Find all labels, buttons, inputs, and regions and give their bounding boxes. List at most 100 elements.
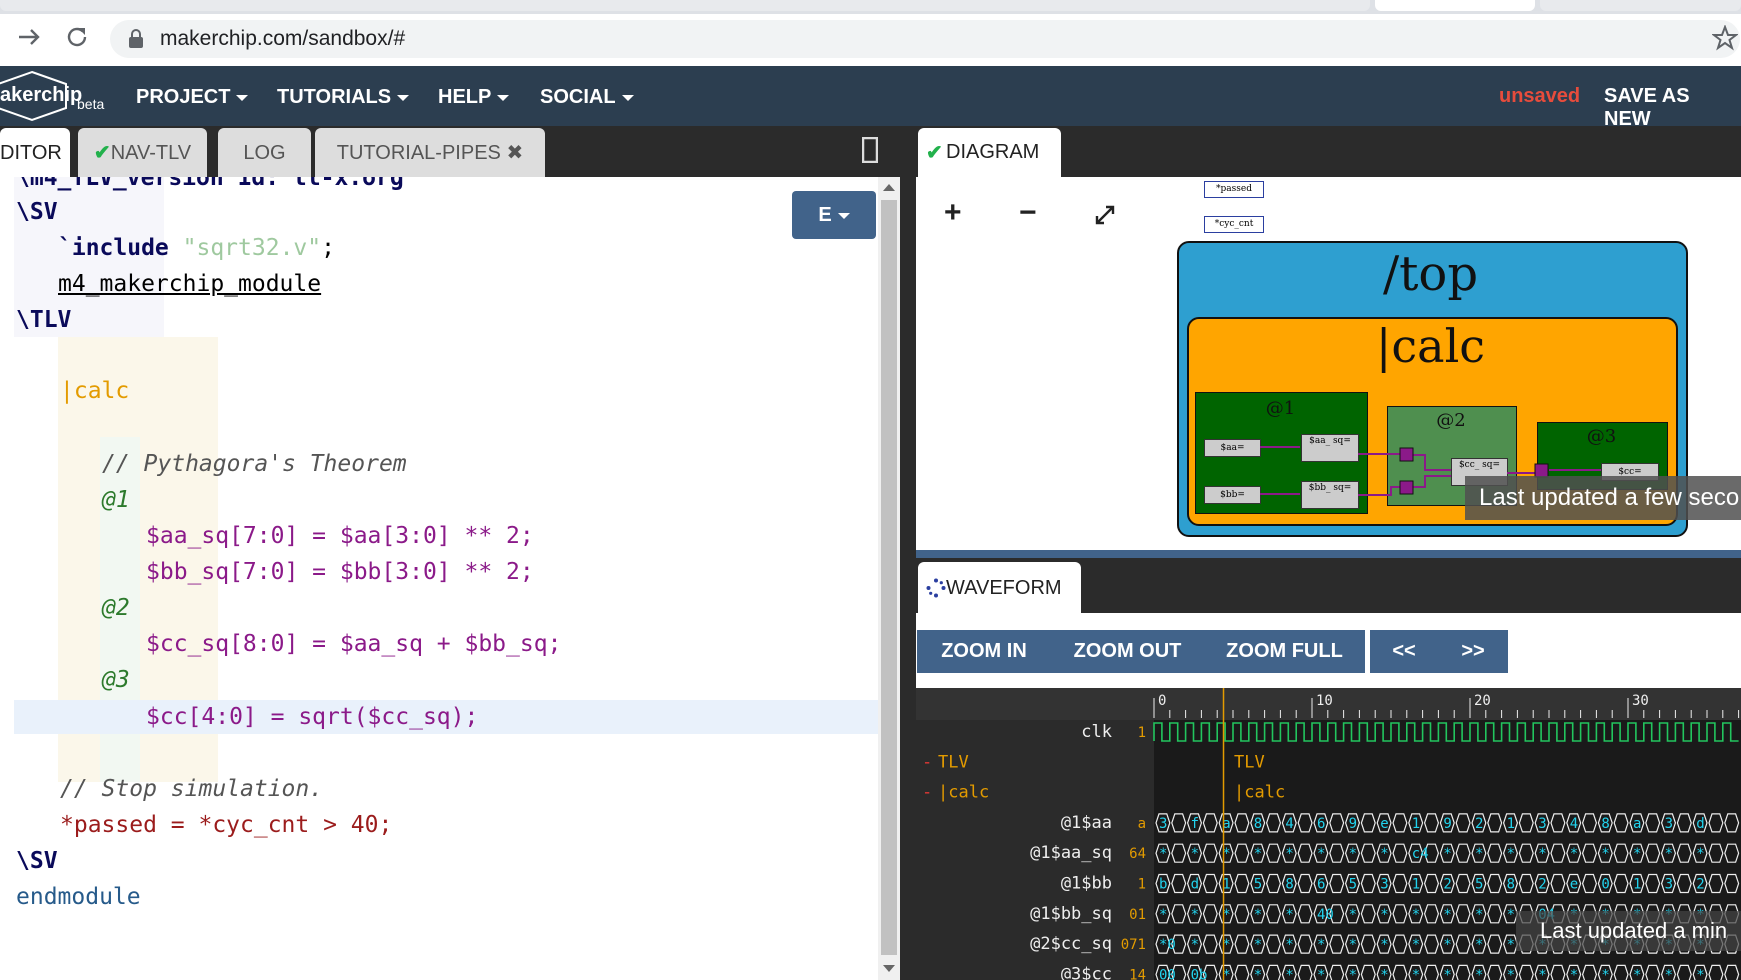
tab-waveform[interactable]: WAVEFORM (918, 562, 1081, 613)
menu-label: HELP (438, 86, 492, 108)
scroll-down-icon[interactable] (883, 965, 895, 972)
bus-value: * (1570, 967, 1578, 980)
close-icon[interactable]: ✖ (506, 142, 523, 164)
zoom-out-wave-button[interactable]: ZOOM OUT (1051, 630, 1204, 673)
tab-diagram[interactable]: ✔ DIAGRAM (918, 128, 1061, 177)
expand-icon[interactable] (1094, 204, 1116, 231)
bus-segment (1613, 964, 1629, 980)
bus-value: 2 (1475, 816, 1483, 832)
browser-tab[interactable] (1540, 0, 1741, 11)
url-text[interactable]: makerchip.com/sandbox/# (160, 25, 405, 53)
bus-value: * (1285, 907, 1293, 923)
bus-segment (1392, 934, 1408, 954)
code-line: $cc_sq[8:0] = $aa_sq + $bb_sq; (146, 631, 562, 657)
zoom-in-button[interactable]: + (944, 196, 962, 230)
bus-value: 4 (1570, 816, 1578, 832)
code-token: `include (58, 235, 169, 261)
bus-value: * (1349, 907, 1357, 923)
editor-mode-button[interactable]: E (792, 191, 876, 239)
bus-value: 1 (1412, 816, 1420, 832)
bus-segment (1265, 843, 1282, 863)
bus-value: * (1349, 937, 1357, 953)
bus-value: 00 (1159, 967, 1176, 980)
scroll-up-icon[interactable] (883, 184, 895, 191)
tab-editor[interactable]: DITOR (0, 128, 70, 177)
code-editor[interactable]: \m4_TLV_version 1d: tl-x.org \SV `includ… (0, 177, 878, 980)
signal-value: 64 (1129, 846, 1146, 862)
menu-social[interactable]: SOCIAL (540, 85, 634, 109)
bus-segment (1265, 873, 1282, 894)
caret-down-icon (837, 212, 850, 219)
bus-segment (1202, 873, 1218, 894)
bus-value: 40 (1317, 907, 1334, 923)
bus-segment (1392, 904, 1408, 924)
logo-text[interactable]: akerchip (0, 84, 82, 107)
bus-segment (1708, 813, 1724, 833)
scroll-thumb[interactable] (881, 200, 897, 955)
tab-log[interactable]: LOG (218, 128, 311, 177)
bus-value: * (1254, 846, 1262, 862)
tab-nav-tlv[interactable]: ✔NAV-TLV (78, 128, 207, 177)
tab-tutorial-pipes[interactable]: TUTORIAL-PIPES ✖ (315, 128, 545, 177)
passed-node[interactable]: *passed (1204, 181, 1264, 198)
save-as-new-button[interactable]: SAVE AS NEW (1604, 85, 1741, 131)
bus-value: * (1380, 907, 1388, 923)
bus-value: 9 (1443, 816, 1451, 832)
bus-segment (1676, 964, 1692, 980)
zoom-full-button[interactable]: ZOOM FULL (1204, 630, 1365, 673)
panel-resize-bar[interactable] (916, 550, 1741, 558)
bus-value: 6 (1317, 877, 1325, 893)
bus-value: e (1570, 877, 1578, 893)
bus-value: * (1538, 846, 1546, 862)
signal-value: 071 (1121, 937, 1146, 953)
forward-icon[interactable] (16, 24, 42, 57)
signal-value: 01 (1129, 907, 1146, 923)
bus-segment (1455, 813, 1471, 833)
bus-segment (1724, 873, 1740, 894)
bus-segment (1645, 843, 1661, 863)
code-line: @2 (102, 595, 130, 621)
signal-name: @1$aa_sq (1030, 843, 1112, 863)
menu-tutorials[interactable]: TUTORIALS (277, 85, 410, 109)
reload-icon[interactable] (64, 24, 90, 57)
tab-label: WAVEFORM (946, 577, 1062, 599)
bus-value: * (1443, 967, 1451, 980)
bus-value: * (1665, 846, 1673, 862)
menu-help[interactable]: HELP (438, 85, 510, 109)
bus-value: * (1507, 907, 1515, 923)
browser-tab-active[interactable] (1375, 0, 1535, 11)
bus-value: * (1349, 846, 1357, 862)
code-line: $bb_sq[7:0] = $bb[3:0] ** 2; (146, 559, 534, 585)
cyc-cnt-node[interactable]: *cyc_cnt (1204, 216, 1264, 233)
zoom-in-wave-button[interactable]: ZOOM IN (917, 630, 1051, 673)
bus-value: * (1475, 937, 1483, 953)
bus-value: * (1443, 846, 1451, 862)
bus-segment (1392, 873, 1408, 894)
bus-value: * (1696, 846, 1704, 862)
star-icon[interactable] (1711, 24, 1739, 56)
bus-value: * (1349, 967, 1357, 980)
tab-label: LOG (243, 142, 286, 164)
bus-segment (1724, 964, 1740, 980)
bus-segment (1550, 843, 1566, 863)
browser-tab[interactable] (0, 0, 1370, 11)
bus-value: * (1443, 937, 1451, 953)
zoom-out-button[interactable]: − (1019, 196, 1037, 230)
scroll-right-button[interactable]: >> (1438, 630, 1508, 673)
signal-value: 14 (1129, 967, 1146, 980)
code-line: |calc (60, 378, 130, 404)
code-line: // Stop simulation. (60, 776, 324, 802)
bus-value: 3 (1665, 877, 1673, 893)
check-icon: ✔ (926, 142, 943, 164)
bus-segment (1265, 964, 1282, 980)
bus-segment (1455, 904, 1471, 924)
bus-segment (1487, 964, 1503, 980)
bus-segment (1297, 904, 1313, 924)
bus-value: * (1538, 967, 1546, 980)
bus-segment (1171, 843, 1187, 863)
bus-segment (1329, 813, 1345, 833)
code-token: "sqrt32.v" (182, 235, 322, 261)
bus-value: * (1380, 967, 1388, 980)
menu-project[interactable]: PROJECT (136, 85, 249, 109)
scroll-left-button[interactable]: << (1370, 630, 1438, 673)
